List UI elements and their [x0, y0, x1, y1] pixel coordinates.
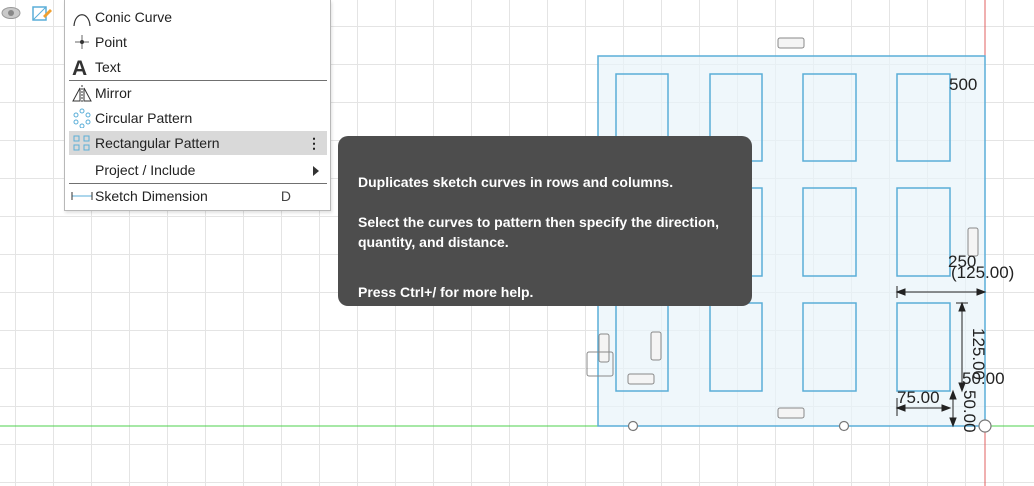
menu-item-label: Rectangular Pattern — [95, 135, 220, 151]
svg-text:A: A — [72, 57, 87, 77]
dimension-125-reference[interactable]: (125.00) — [951, 263, 1014, 283]
text-icon: A — [71, 57, 93, 80]
sketch-dimension-icon — [71, 186, 93, 206]
more-options-icon[interactable]: ⋮ — [307, 131, 321, 155]
dimension-75[interactable]: 75.00 — [897, 388, 940, 408]
rectangular-pattern-icon — [71, 133, 93, 153]
sketch-edit-icon[interactable] — [30, 2, 52, 24]
tooltip: Duplicates sketch curves in rows and col… — [338, 136, 752, 306]
menu-item-label: Point — [95, 34, 127, 50]
tooltip-instructions: Select the curves to pattern then specif… — [358, 214, 719, 250]
menu-item-mirror[interactable]: Mirror — [69, 81, 327, 105]
tooltip-description: Duplicates sketch curves in rows and col… — [358, 174, 674, 190]
mirror-icon — [71, 83, 93, 103]
menu-item-conic-curve[interactable]: Conic Curve — [69, 5, 327, 29]
dimension-500[interactable]: 500 — [949, 75, 977, 95]
menu-item-label: Text — [95, 59, 121, 75]
shortcut-key: D — [280, 188, 291, 204]
menu-item-rectangular-pattern[interactable]: Rectangular Pattern ⋮ — [69, 131, 327, 155]
dimension-50-vertical[interactable]: 50.00 — [959, 390, 979, 433]
menu-item-point[interactable]: Point — [69, 30, 327, 54]
menu-item-label: Project / Include — [95, 162, 196, 178]
dimension-50-horizontal[interactable]: 50.00 — [962, 369, 1005, 389]
menu-item-text[interactable]: A Text — [69, 55, 327, 80]
menu-item-sketch-dimension[interactable]: Sketch Dimension D — [69, 184, 327, 208]
submenu-arrow-icon — [313, 166, 319, 176]
menu-item-label: Circular Pattern — [95, 110, 193, 126]
menu-item-label: Sketch Dimension — [95, 188, 208, 204]
sketch-create-menu: Conic Curve Point A Text Mirror Circular… — [64, 0, 331, 211]
eye-icon[interactable] — [0, 2, 22, 24]
circular-pattern-icon — [71, 108, 93, 129]
point-icon — [71, 32, 93, 52]
tooltip-help-hint: Press Ctrl+/ for more help. — [358, 284, 534, 300]
conic-curve-icon — [71, 7, 93, 27]
menu-item-project-include[interactable]: Project / Include — [69, 158, 327, 182]
menu-item-label: Mirror — [95, 85, 132, 101]
menu-item-label: Conic Curve — [95, 9, 173, 25]
menu-item-circular-pattern[interactable]: Circular Pattern — [69, 106, 327, 130]
browser-toggle-icons — [0, 0, 62, 26]
